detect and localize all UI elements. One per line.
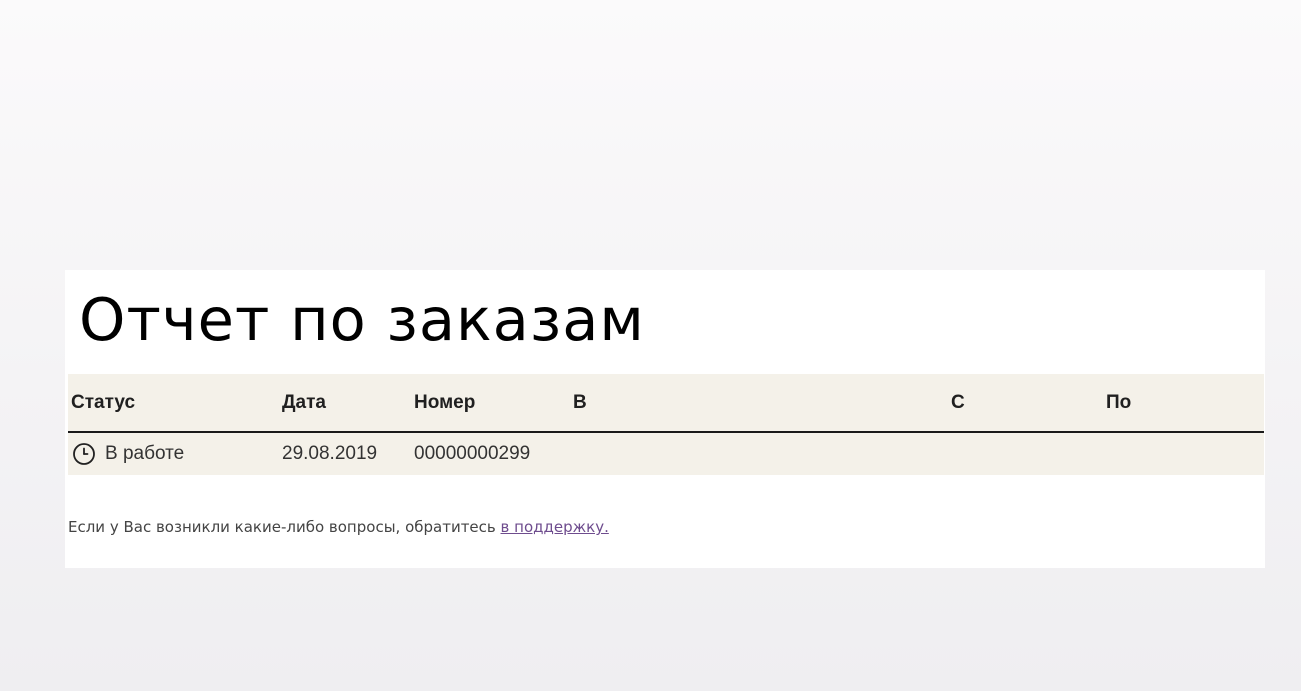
s-cell (948, 432, 1103, 475)
support-text: Если у Вас возникли какие-либо вопросы, … (68, 518, 501, 536)
column-header-s[interactable]: С (948, 374, 1103, 433)
support-message: Если у Вас возникли какие-либо вопросы, … (68, 518, 609, 536)
status-label: В работе (105, 443, 185, 464)
column-header-v[interactable]: В (570, 374, 948, 433)
column-header-status[interactable]: Статус (68, 374, 279, 433)
page-title: Отчет по заказам (79, 285, 645, 354)
orders-table: Статус Дата Номер В С По В работе 29.08.… (68, 374, 1264, 475)
v-cell (570, 432, 948, 475)
support-link[interactable]: в поддержку. (501, 518, 609, 536)
date-cell: 29.08.2019 (279, 432, 411, 475)
number-cell: 00000000299 (411, 432, 570, 475)
clock-icon (72, 442, 96, 466)
orders-report-panel: Отчет по заказам Статус Дата Номер В С П… (65, 270, 1265, 568)
column-header-number[interactable]: Номер (411, 374, 570, 433)
column-header-date[interactable]: Дата (279, 374, 411, 433)
po-cell (1103, 432, 1264, 475)
column-header-po[interactable]: По (1103, 374, 1264, 433)
status-cell: В работе (68, 432, 279, 475)
table-header-row: Статус Дата Номер В С По (68, 374, 1264, 433)
table-row[interactable]: В работе 29.08.2019 00000000299 (68, 432, 1264, 475)
